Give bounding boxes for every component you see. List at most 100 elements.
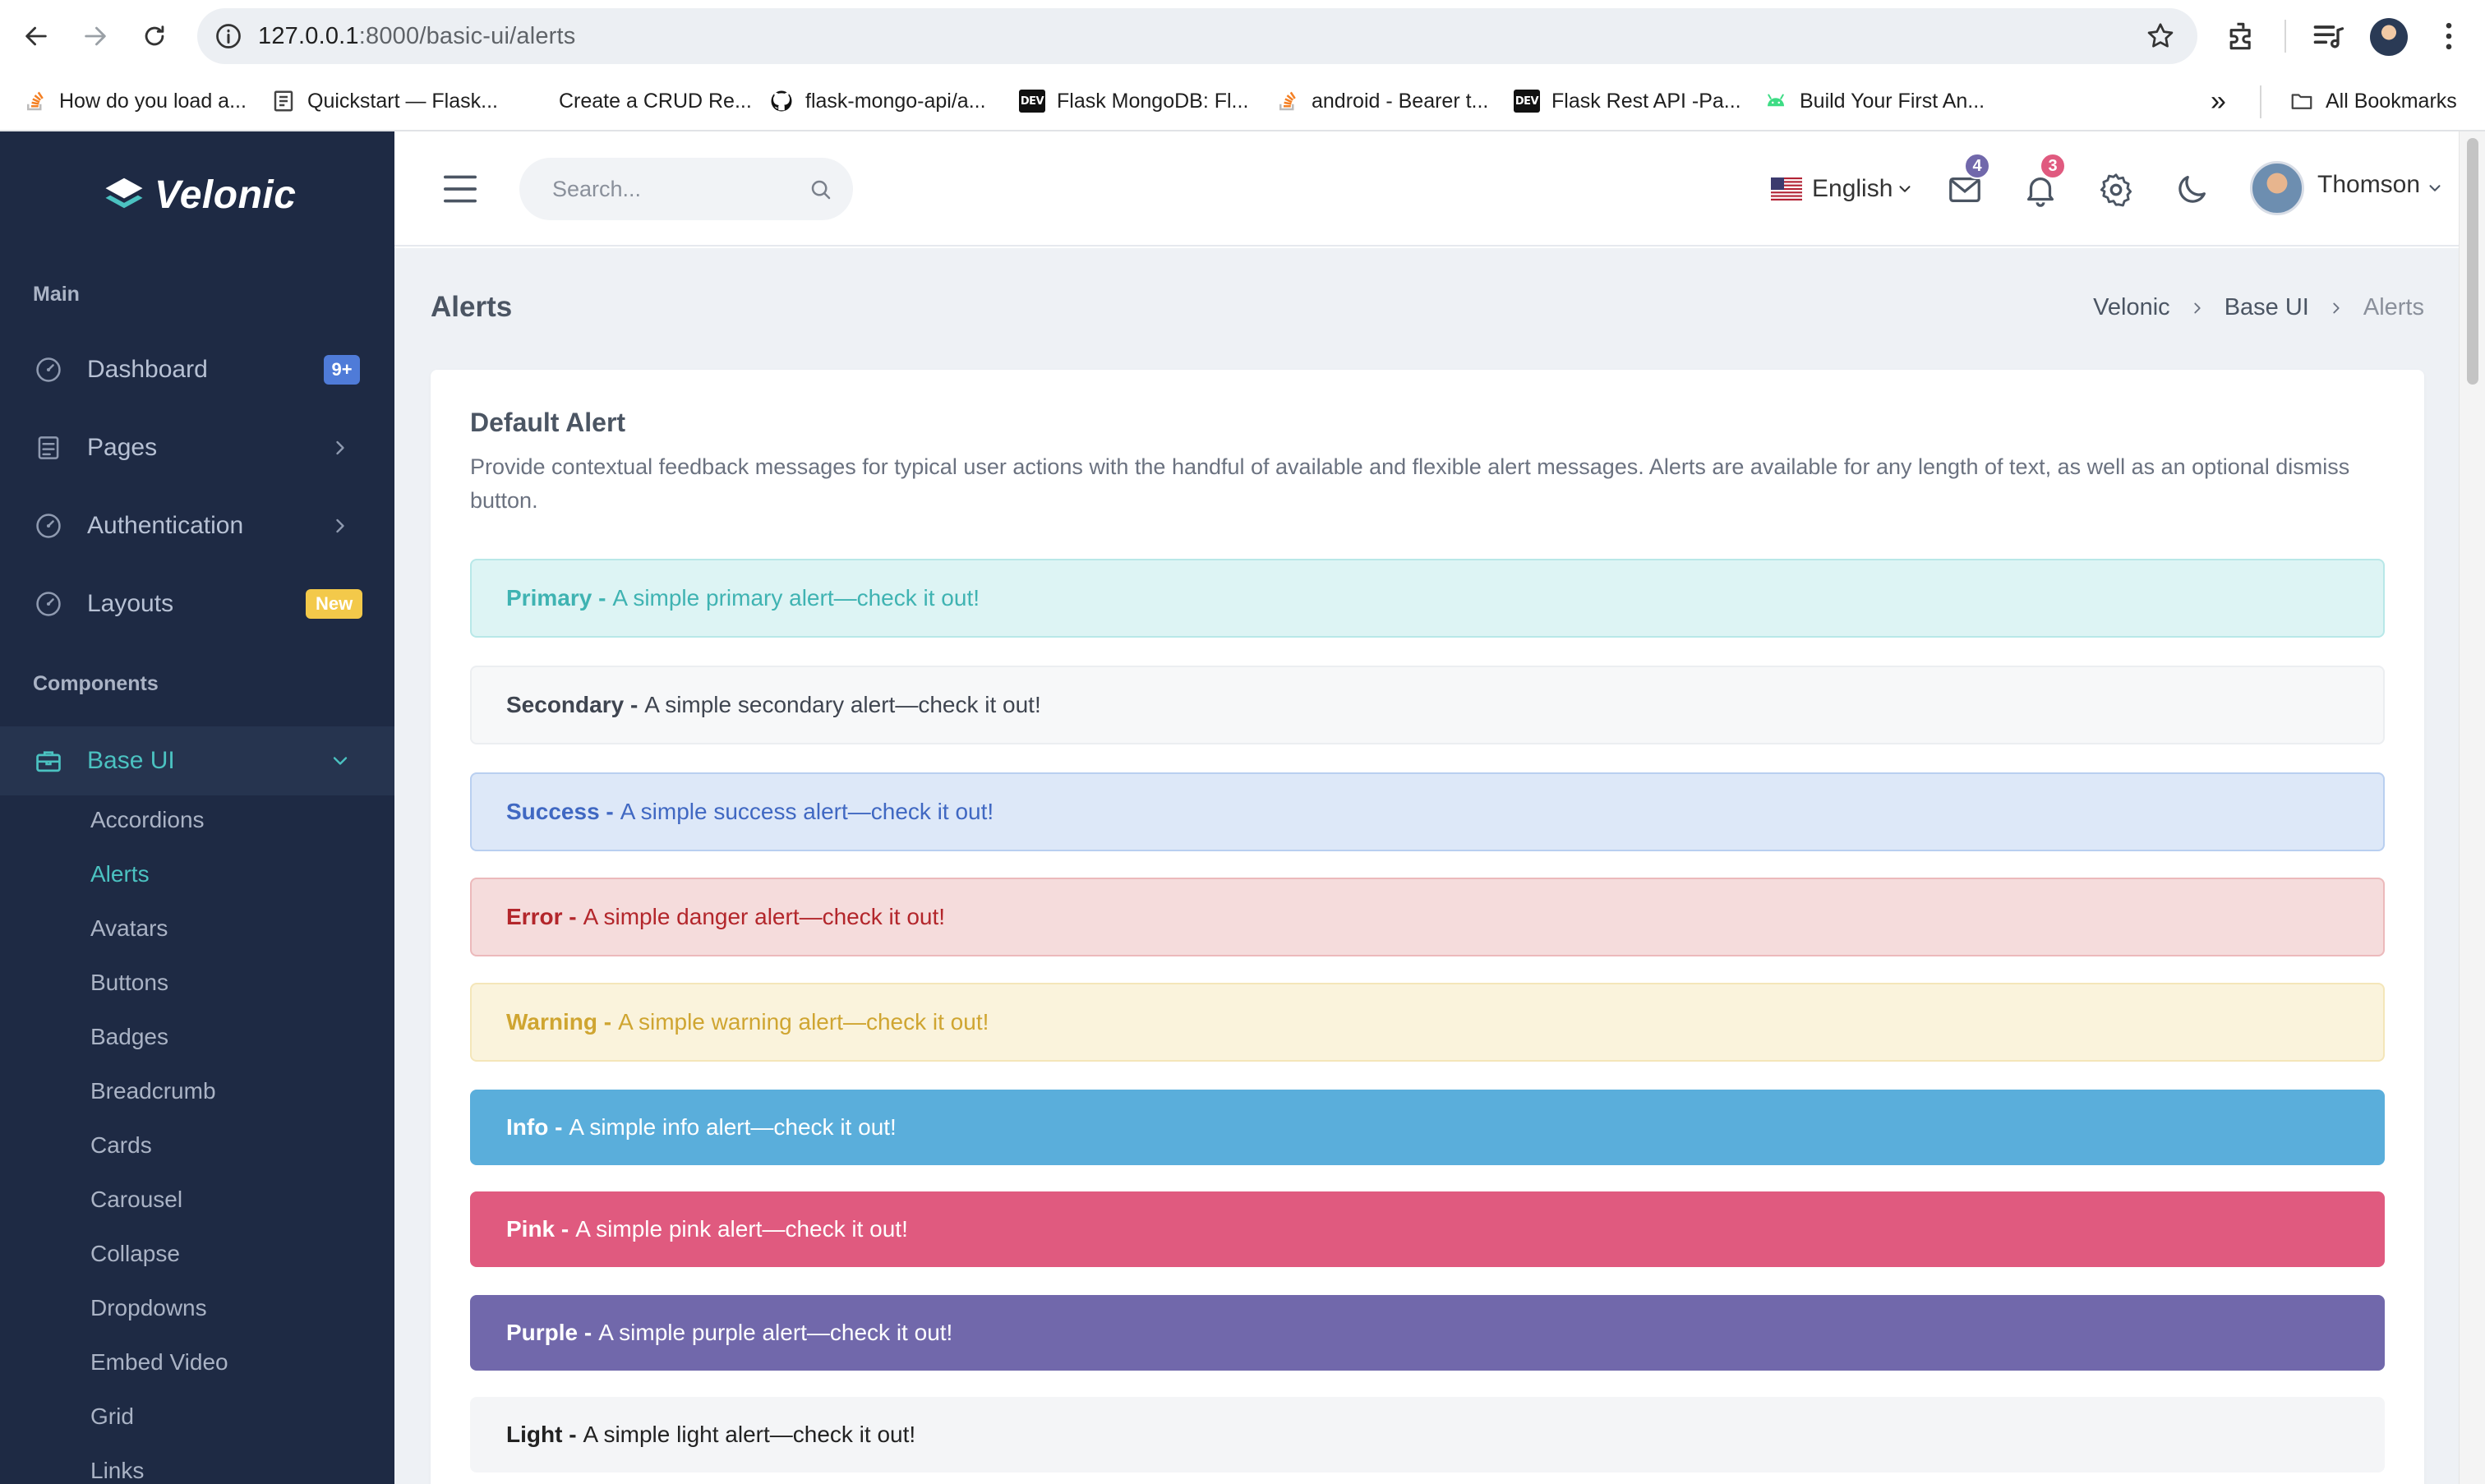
chevron-right-icon [336, 440, 344, 455]
page-title: Alerts [431, 291, 513, 323]
submenu-item-alerts[interactable]: Alerts [90, 861, 150, 887]
reload-button[interactable] [133, 15, 176, 58]
url-path: :8000/basic-ui/alerts [358, 23, 576, 49]
submenu-item-avatars[interactable]: Avatars [90, 915, 168, 942]
bookmark-label: android - Bearer t... [1312, 89, 1489, 113]
document-icon [274, 90, 293, 112]
search-icon[interactable] [809, 177, 833, 202]
sidebar: Velonic Main Dashboard 9+ Pages Authenti… [0, 131, 394, 1484]
chevron-down-icon[interactable] [2426, 179, 2444, 197]
dev-icon: DEV [1019, 90, 1045, 113]
submenu-item-accordions[interactable]: Accordions [90, 807, 205, 833]
sidebar-item-layouts[interactable]: Layouts New [0, 569, 394, 638]
menu-section-components: Components [33, 672, 159, 695]
more-vertical-icon[interactable] [2431, 18, 2467, 54]
bookmarks-divider [2260, 85, 2261, 118]
bookmark-label: Flask MongoDB: Fl... [1057, 89, 1249, 113]
bookmark-item[interactable]: flask-mongo-api/a... [769, 72, 986, 130]
alert-text: A simple pink alert—check it out! [575, 1216, 908, 1242]
layers-logo-icon [105, 177, 143, 209]
alert-strong-label: Secondary - [506, 692, 639, 717]
submenu-item-carousel[interactable]: Carousel [90, 1187, 182, 1213]
alert-warning: Warning - A simple warning alert—check i… [470, 983, 2385, 1062]
search-input[interactable] [519, 158, 853, 220]
media-controls-icon[interactable] [2311, 18, 2347, 54]
layouts-new-badge: New [306, 589, 363, 619]
logo[interactable]: Velonic [102, 168, 296, 222]
forward-button[interactable] [74, 15, 117, 58]
language-dropdown[interactable]: English [1771, 168, 1914, 210]
github-icon [771, 90, 792, 112]
alert-secondary: Secondary - A simple secondary alert—che… [470, 666, 2385, 744]
sidebar-item-pages[interactable]: Pages [0, 413, 394, 482]
bookmarks-bar: How do you load a... Quickstart — Flask.… [0, 72, 2485, 131]
bookmark-item[interactable]: android - Bearer t... [1275, 72, 1488, 130]
gauge-icon [36, 592, 61, 616]
bookmark-item[interactable]: How do you load a... [23, 72, 247, 130]
gauge-icon [36, 514, 61, 538]
bookmark-star-icon[interactable] [2145, 21, 2176, 52]
bookmark-label: How do you load a... [59, 89, 247, 113]
dev-icon: DEV [1514, 90, 1540, 113]
bookmark-item[interactable]: Create a CRUD Re... [559, 72, 752, 130]
alert-text: A simple primary alert—check it out! [612, 585, 980, 611]
bookmark-item[interactable]: Build Your First An... [1763, 72, 1985, 130]
bookmark-label: flask-mongo-api/a... [805, 89, 986, 113]
submenu-item-embed-video[interactable]: Embed Video [90, 1349, 228, 1376]
menu-section-main: Main [33, 283, 80, 306]
alert-error: Error - A simple danger alert—check it o… [470, 878, 2385, 956]
sidebar-item-base-ui[interactable]: Base UI [0, 726, 394, 795]
submenu-item-links[interactable]: Links [90, 1458, 144, 1484]
bookmark-label: Flask Rest API -Pa... [1551, 89, 1741, 113]
dashboard-count-badge: 9+ [324, 355, 360, 385]
submenu-item-buttons[interactable]: Buttons [90, 970, 168, 996]
alert-purple: Purple - A simple purple alert—check it … [470, 1295, 2385, 1371]
page-scrollbar-thumb[interactable] [2467, 138, 2478, 385]
chevron-right-icon [2194, 302, 2201, 313]
bookmark-item[interactable]: DEV Flask MongoDB: Fl... [1019, 72, 1248, 130]
sidebar-item-label: Authentication [87, 512, 244, 539]
user-name[interactable]: Thomson [2317, 171, 2420, 199]
breadcrumb-link-base-ui[interactable]: Base UI [2225, 294, 2309, 321]
alert-strong-label: Pink - [506, 1216, 569, 1242]
breadcrumb-link-velonic[interactable]: Velonic [2093, 294, 2170, 321]
site-info-icon[interactable] [214, 21, 243, 51]
settings-gear-icon[interactable] [2097, 171, 2135, 209]
browser-profile-avatar[interactable] [2370, 18, 2408, 56]
moon-icon[interactable] [2173, 171, 2211, 209]
submenu-item-cards[interactable]: Cards [90, 1132, 152, 1159]
stackoverflow-icon [1279, 91, 1296, 111]
alert-info: Info - A simple info alert—check it out! [470, 1090, 2385, 1165]
extensions-icon[interactable] [2224, 18, 2260, 54]
submenu-item-badges[interactable]: Badges [90, 1024, 168, 1050]
menu-toggle-icon[interactable] [442, 173, 478, 205]
card-title: Default Alert [470, 408, 626, 437]
submenu-item-breadcrumb[interactable]: Breadcrumb [90, 1078, 216, 1104]
reload-icon [145, 25, 164, 46]
back-button[interactable] [15, 15, 58, 58]
android-icon [1768, 94, 1784, 107]
bookmark-item[interactable]: Quickstart — Flask... [271, 72, 498, 130]
submenu-item-grid[interactable]: Grid [90, 1403, 134, 1430]
user-avatar[interactable] [2250, 161, 2304, 215]
main-content: Alerts Velonic Base UI Alerts Default Al… [394, 248, 2459, 1484]
url-text[interactable]: 127.0.0.1:8000/basic-ui/alerts [258, 8, 575, 64]
sidebar-item-authentication[interactable]: Authentication [0, 491, 394, 560]
all-bookmarks-label: All Bookmarks [2326, 89, 2457, 113]
submenu-item-dropdowns[interactable]: Dropdowns [90, 1295, 207, 1321]
gauge-icon [36, 357, 61, 382]
submenu-item-collapse[interactable]: Collapse [90, 1241, 180, 1267]
sidebar-item-dashboard[interactable]: Dashboard 9+ [0, 335, 394, 404]
bookmark-item[interactable]: DEV Flask Rest API -Pa... [1514, 72, 1741, 130]
address-bar[interactable]: 127.0.0.1:8000/basic-ui/alerts [197, 8, 2197, 64]
alert-text: A simple warning alert—check it out! [618, 1009, 989, 1035]
breadcrumb: Velonic Base UI Alerts [2093, 294, 2424, 321]
sidebar-item-label: Pages [87, 434, 158, 461]
alert-strong-label: Success - [506, 799, 614, 824]
bookmarks-overflow-button[interactable]: » [2211, 72, 2226, 130]
bookmark-label: Create a CRUD Re... [559, 89, 752, 113]
folder-icon [2291, 94, 2312, 109]
all-bookmarks-button[interactable]: All Bookmarks [2289, 72, 2457, 130]
alert-pink: Pink - A simple pink alert—check it out! [470, 1191, 2385, 1267]
sidebar-item-label: Layouts [87, 590, 174, 617]
